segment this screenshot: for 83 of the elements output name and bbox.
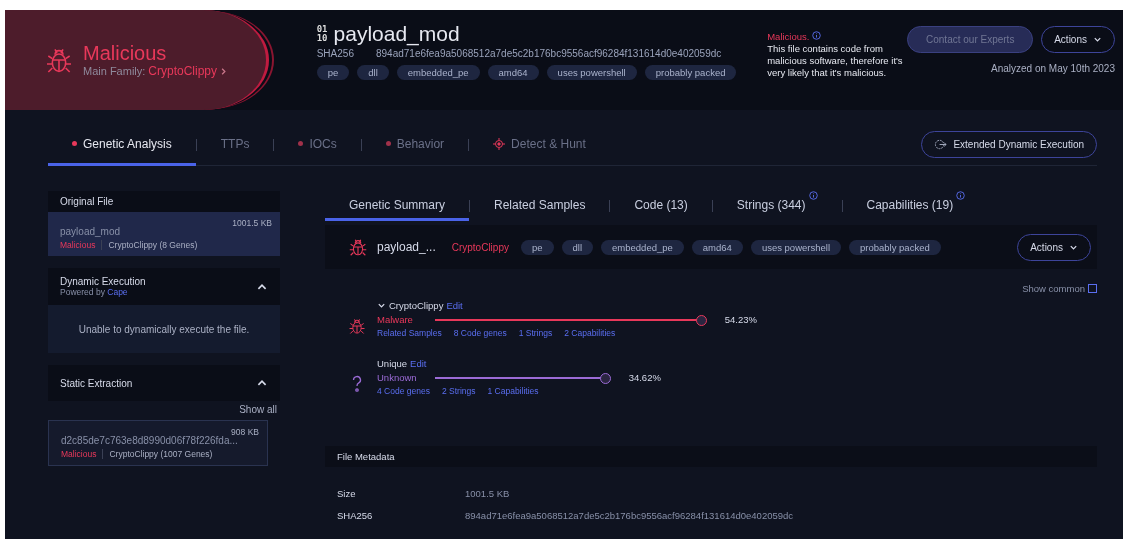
tag: amd64 <box>487 65 539 80</box>
contact-button[interactable]: Contact our Experts <box>907 26 1034 53</box>
edit-link[interactable]: Edit <box>446 300 463 311</box>
tag: probably packed <box>849 239 941 255</box>
tag: dll <box>561 239 594 255</box>
family-label: CryptoClippy (1007 Genes) <box>109 449 213 459</box>
percentage: 34.62% <box>628 372 661 383</box>
tag: amd64 <box>691 239 743 255</box>
show-common-checkbox[interactable]: Show common <box>1022 283 1097 294</box>
cape-link[interactable]: Cape <box>107 287 128 297</box>
file-size: 1001.5 KB <box>232 218 272 228</box>
gene-link[interactable]: 4 Code genes <box>377 386 430 396</box>
family-link[interactable]: CryptoClippy <box>148 64 229 78</box>
family-label: CryptoClippy (8 Genes) <box>108 240 198 250</box>
file-item[interactable]: 908 KB d2c85de7c763e8d8990d06f78f226fda... Malicious CryptoClippy (1007 Genes) <box>48 420 268 466</box>
analyzed-date: Analyzed on May 10th 2023 <box>991 63 1115 74</box>
file-size: 908 KB <box>231 427 259 437</box>
edit-link[interactable]: Edit <box>410 358 427 369</box>
subtab[interactable]: Strings (344) <box>712 191 842 221</box>
tag: pe <box>520 239 554 255</box>
tag: uses powershell <box>750 239 841 255</box>
file-name: payload_mod <box>333 22 460 46</box>
panel-title: Static Extraction <box>60 377 133 389</box>
tag: embedded_pe <box>396 65 480 80</box>
category-label: Malware <box>377 314 414 325</box>
tab[interactable]: Detect & Hunt <box>469 110 610 166</box>
family-label: CryptoClippy <box>451 241 509 253</box>
sample-name: payload_... <box>377 240 436 254</box>
gene-link[interactable]: 8 Code genes <box>453 328 507 338</box>
subtab[interactable]: Genetic Summary <box>325 191 470 221</box>
status-dot-icon <box>72 141 77 146</box>
chevron-icon <box>377 301 386 310</box>
verdict-title: Malicious <box>83 42 168 64</box>
binary-glyph: 01 10 <box>316 25 328 43</box>
meta-label: Size <box>337 488 357 499</box>
gene-link[interactable]: 2 Capabilities <box>564 328 616 338</box>
gene-name: CryptoClippy <box>389 300 444 311</box>
hash-label: SHA256 <box>316 48 354 59</box>
file-item[interactable]: 1001.5 KB payload_mod Malicious CryptoClippy (8 Genes) <box>48 212 280 256</box>
tab[interactable]: TTPs <box>196 110 274 166</box>
category-label: Unknown <box>377 372 418 383</box>
tag: embedded_pe <box>601 239 684 255</box>
file-name: d2c85de7c763e8d8990d06f78f226fda... <box>61 435 239 446</box>
bug-icon <box>347 316 367 336</box>
meta-value: 1001.5 KB <box>465 488 510 499</box>
status-dot-icon <box>298 141 304 146</box>
tab[interactable]: IOCs <box>274 110 361 166</box>
gene-name: Unique <box>377 358 408 369</box>
gene-link[interactable]: 1 Capabilities <box>487 386 539 396</box>
subtab[interactable]: Capabilities (19) <box>842 191 990 221</box>
hash-value: 894ad71e6fea9a5068512a7de5c2b176bc9556acf96284f131614d0e402059dc <box>375 48 722 59</box>
chevron-icon <box>1093 35 1102 44</box>
tag: dll <box>357 65 389 80</box>
powered-by-text: Powered by Cape <box>60 287 129 297</box>
target-icon <box>493 137 506 150</box>
gear-icon <box>934 138 948 151</box>
info-icon <box>812 31 822 40</box>
meta-label: SHA256 <box>337 510 374 521</box>
message-text: Unable to dynamically execute the file. <box>78 323 250 335</box>
gene-link[interactable]: 1 Strings <box>518 328 553 338</box>
tag: pe <box>316 65 350 80</box>
family-label: Main Family: <box>83 65 146 77</box>
verdict-label: Malicious <box>60 240 103 250</box>
verdict-note: This file contains code from malicious software, therefore it's very likely that it's malicious. <box>767 43 904 79</box>
tag: probably packed <box>644 65 737 80</box>
chevron-icon <box>219 66 229 76</box>
percentage: 54.23% <box>724 314 757 325</box>
tab[interactable]: Genetic Analysis <box>48 110 196 166</box>
tab[interactable]: Behavior <box>361 110 469 166</box>
gene-link[interactable]: Related Samples <box>377 328 442 338</box>
show-all-link[interactable]: Show all <box>239 404 277 415</box>
section-title: File Metadata <box>337 451 395 462</box>
file-name: payload_mod <box>60 226 122 237</box>
meta-value: 894ad71e6fea9a5068512a7de5c2b176bc9556acf96284f131614d0e402059dc <box>465 510 794 521</box>
verdict-label: Malicious <box>61 449 104 459</box>
panel-title: Dynamic Execution <box>60 276 146 287</box>
gene-link[interactable]: 2 Strings <box>441 386 476 396</box>
status-dot-icon <box>385 141 391 146</box>
verdict-note-title: Malicious. <box>767 31 810 43</box>
tag: uses powershell <box>546 65 637 80</box>
subtab[interactable]: Related Samples <box>470 191 610 221</box>
subtab[interactable]: Code (13) <box>610 191 712 221</box>
panel-title: Original File <box>60 196 114 207</box>
